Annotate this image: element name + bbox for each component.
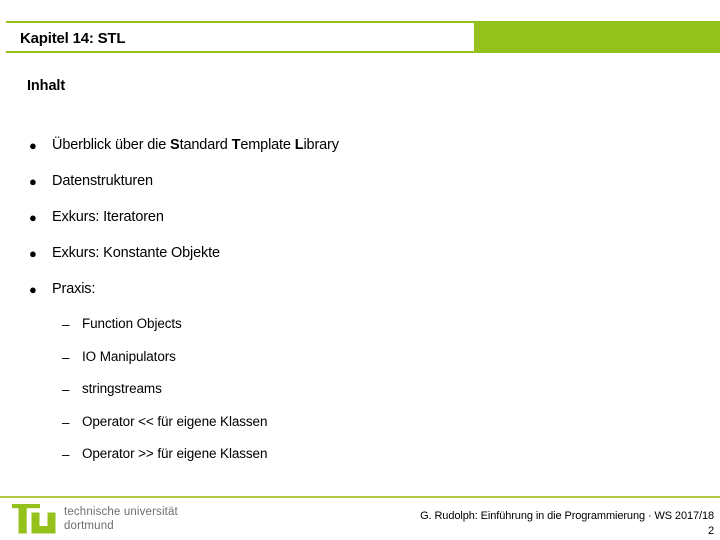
footer-credit: G. Rudolph: Einführung in die Programmie… (420, 510, 714, 522)
page-title: Kapitel 14: STL (20, 30, 126, 47)
bullet-label-3: Exkurs: Konstante Objekte (52, 245, 220, 261)
header-title-box: Kapitel 14: STL (6, 21, 474, 53)
bullet-label-0: Überblick über die Standard Template Lib… (52, 137, 339, 153)
bullet-dot-icon: ● (29, 210, 37, 225)
bullet-dash-icon: – (62, 349, 70, 365)
sub-bullet-label-3: Operator << für eigene Klassen (82, 413, 268, 429)
list-item: ● Überblick über die Standard Template L… (0, 135, 720, 171)
bullet-list: ● Überblick über die Standard Template L… (0, 135, 720, 315)
tu-logo-mark-icon (12, 504, 58, 534)
list-item: – Operator >> für eigene Klassen (0, 445, 720, 478)
sub-bullet-label-4: Operator >> für eigene Klassen (82, 446, 268, 461)
bullet-dash-icon: – (62, 317, 70, 332)
bullet-dash-icon: – (62, 447, 70, 462)
page-number: 2 (707, 524, 714, 537)
sub-bullet-label-0: Function Objects (82, 316, 182, 331)
list-item: – stringstreams (0, 380, 720, 413)
slide-header-bar: Kapitel 14: STL (0, 21, 720, 53)
bullet-dot-icon: ● (29, 246, 37, 261)
bullet-label-4: Praxis: (52, 281, 96, 297)
list-item: – IO Manipulators (0, 348, 720, 381)
tu-logo-line-1: technische universität (64, 506, 178, 518)
footer-info: G. Rudolph: Einführung in die Programmie… (420, 509, 714, 538)
bullet-label-2: Exkurs: Iteratoren (52, 209, 164, 225)
bullet-dash-icon: – (62, 382, 70, 397)
tu-logo-line-2: dortmund (64, 519, 114, 532)
section-heading: Inhalt (27, 78, 66, 94)
bullet-dash-icon: – (62, 414, 70, 430)
list-item: ● Datenstrukturen (0, 171, 720, 207)
bullet-dot-icon: ● (29, 282, 37, 297)
sub-bullet-list: – Function Objects – IO Manipulators – s… (0, 315, 720, 478)
tu-logo-wordmark: technische universität dortmund (64, 506, 178, 533)
list-item: ● Praxis: (0, 279, 720, 315)
header-accent-block (473, 21, 720, 53)
sub-bullet-label-1: IO Manipulators (82, 348, 176, 364)
list-item: ● Exkurs: Konstante Objekte (0, 243, 720, 279)
bullet-dot-icon: ● (29, 138, 37, 153)
footer-divider (0, 496, 720, 498)
bullet-label-1: Datenstrukturen (52, 173, 153, 189)
sub-bullet-label-2: stringstreams (82, 381, 162, 396)
list-item: – Function Objects (0, 315, 720, 348)
list-item: – Operator << für eigene Klassen (0, 413, 720, 446)
list-item: ● Exkurs: Iteratoren (0, 207, 720, 243)
tu-dortmund-logo: technische universität dortmund (12, 504, 232, 536)
bullet-dot-icon: ● (29, 174, 37, 189)
